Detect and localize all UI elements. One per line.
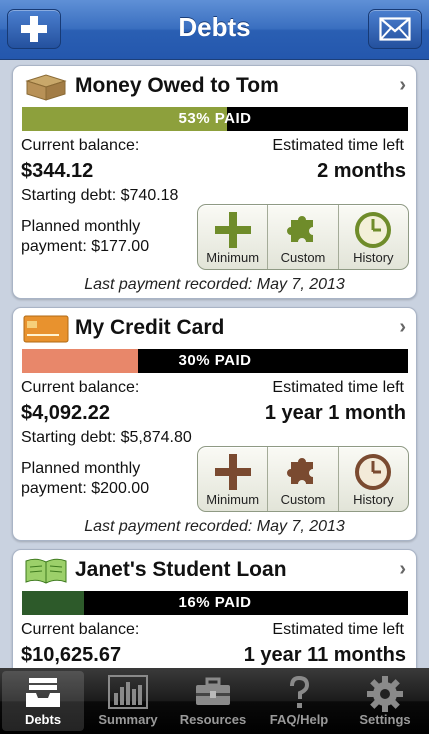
last-payment: Last payment recorded: May 7, 2013	[84, 518, 345, 535]
question-icon	[290, 675, 310, 708]
tab-label: Resources	[179, 712, 247, 727]
envelope-icon	[379, 17, 411, 41]
book-icon	[25, 558, 67, 584]
time-left-value: 1 year 1 month	[264, 402, 406, 424]
plus-icon	[214, 212, 251, 248]
bar-chart-icon	[108, 675, 148, 709]
clock-icon	[355, 212, 392, 248]
tab-settings[interactable]: Settings	[344, 671, 426, 731]
tab-resources[interactable]: Resources	[172, 671, 254, 731]
custom-button[interactable]: Custom	[268, 205, 339, 269]
tab-label: Settings	[359, 712, 411, 727]
history-button[interactable]: History	[339, 205, 408, 269]
history-label: History	[353, 250, 394, 265]
progress-bar: 53% PAID	[22, 107, 408, 131]
current-balance-value: $10,625.67	[21, 644, 122, 666]
puzzle-icon	[286, 458, 313, 484]
tab-label: FAQ/Help	[269, 712, 329, 727]
puzzle-icon	[286, 216, 313, 242]
payment-button-group: Minimum Custom History	[197, 446, 409, 512]
tab-bar: Debts Summary Resources FAQ/Help Setting…	[0, 668, 429, 734]
time-left-value: 1 year 11 months	[243, 644, 406, 666]
time-left-label: Estimated time left	[272, 379, 404, 396]
last-payment: Last payment recorded: May 7, 2013	[84, 276, 345, 293]
current-balance-label: Current balance:	[21, 137, 140, 154]
progress-label: 53% PAID	[178, 110, 252, 127]
progress-bar: 30% PAID	[22, 349, 408, 373]
debt-name: Janet's Student Loan	[75, 558, 287, 581]
progress-label: 16% PAID	[178, 594, 252, 611]
gear-icon	[367, 676, 403, 712]
plus-icon	[214, 454, 251, 490]
custom-label: Custom	[280, 250, 326, 265]
toolbox-icon	[196, 677, 230, 705]
custom-button[interactable]: Custom	[268, 447, 339, 511]
page-title: Debts	[178, 12, 251, 42]
tab-label: Summary	[98, 712, 158, 727]
time-left-value: 2 months	[317, 160, 406, 182]
clock-icon	[355, 454, 392, 490]
planned-payment-line2: payment: $177.00	[21, 238, 150, 255]
progress-bar: 16% PAID	[22, 591, 408, 615]
minimum-button[interactable]: Minimum	[198, 447, 269, 511]
credit-card-icon	[23, 315, 69, 343]
starting-debt: Starting debt: $740.18	[21, 187, 179, 204]
minimum-button[interactable]: Minimum	[198, 205, 269, 269]
debt-card[interactable]: My Credit Card › 30% PAID Current balanc…	[12, 307, 417, 541]
debt-card[interactable]: Janet's Student Loan › 16% PAID Current …	[12, 549, 417, 668]
current-balance-label: Current balance:	[21, 621, 140, 638]
starting-debt: Starting debt: $5,874.80	[21, 429, 192, 446]
tab-faq-help[interactable]: FAQ/Help	[258, 671, 340, 731]
progress-label: 30% PAID	[178, 352, 252, 369]
minimum-label: Minimum	[206, 492, 260, 507]
planned-payment-line1: Planned monthly	[21, 218, 141, 235]
planned-payment-line1: Planned monthly	[21, 460, 141, 477]
time-left-label: Estimated time left	[272, 137, 404, 154]
chevron-right-icon[interactable]: ›	[399, 316, 406, 339]
current-balance-value: $344.12	[21, 160, 94, 182]
box-icon	[25, 74, 67, 101]
nav-bar: Debts	[0, 0, 429, 60]
planned-payment-line2: payment: $200.00	[21, 480, 150, 497]
tab-debts[interactable]: Debts	[2, 671, 84, 731]
payment-button-group: Minimum Custom History	[197, 204, 409, 270]
debt-card[interactable]: Money Owed to Tom › 53% PAID Current bal…	[12, 65, 417, 299]
current-balance-value: $4,092.22	[21, 402, 110, 424]
email-button[interactable]	[368, 9, 422, 49]
history-label: History	[353, 492, 394, 507]
history-button[interactable]: History	[339, 447, 408, 511]
debt-name: My Credit Card	[75, 316, 225, 339]
current-balance-label: Current balance:	[21, 379, 140, 396]
chevron-right-icon[interactable]: ›	[399, 558, 406, 581]
minimum-label: Minimum	[206, 250, 260, 265]
debt-list[interactable]: Money Owed to Tom › 53% PAID Current bal…	[0, 61, 429, 668]
tab-summary[interactable]: Summary	[87, 671, 169, 731]
custom-label: Custom	[280, 492, 326, 507]
tab-label: Debts	[24, 712, 62, 727]
chevron-right-icon[interactable]: ›	[399, 74, 406, 97]
time-left-label: Estimated time left	[272, 621, 404, 638]
inbox-icon	[26, 678, 60, 707]
debt-name: Money Owed to Tom	[75, 74, 279, 97]
